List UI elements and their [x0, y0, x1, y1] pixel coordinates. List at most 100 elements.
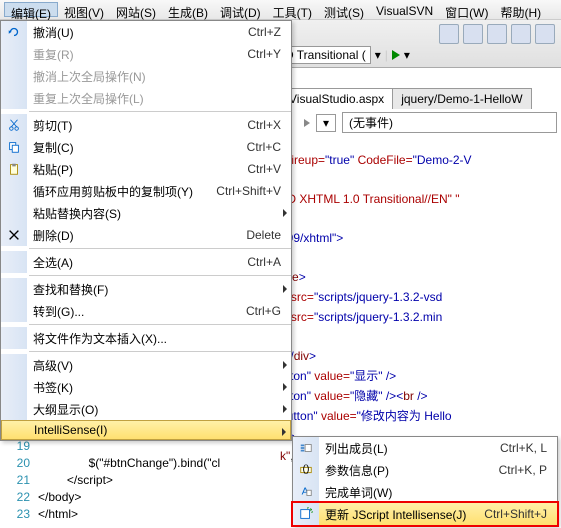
word-icon: A: [293, 481, 319, 503]
blank-icon: [1, 65, 27, 87]
nav-fwd-icon[interactable]: [298, 117, 310, 129]
tab-visualstudio[interactable]: VisualStudio.aspx: [280, 88, 393, 109]
params-icon: (): [293, 459, 319, 481]
client-dropdown[interactable]: ▾: [316, 114, 336, 132]
svg-text:(): (): [303, 463, 310, 475]
shortcut: Ctrl+Shift+V: [216, 184, 291, 198]
menu-help[interactable]: 帮助(H): [494, 2, 547, 17]
menu-item-17[interactable]: 将文件作为文本插入(X)...: [1, 327, 291, 349]
menu-edit[interactable]: 编辑(E): [4, 2, 58, 17]
menu-item-19[interactable]: 高级(V): [1, 354, 291, 376]
menu-view[interactable]: 视图(V): [58, 2, 110, 17]
del-icon: [1, 224, 27, 246]
menu-label: 复制(C): [27, 139, 247, 156]
shortcut: Ctrl+Y: [247, 47, 291, 61]
blank-icon: [1, 87, 27, 109]
submenu-arrow-icon: [282, 428, 286, 436]
submenu-arrow-icon: [283, 209, 287, 217]
toolbar-icon[interactable]: [487, 24, 507, 44]
menu-item-1: 重复(R)Ctrl+Y: [1, 43, 291, 65]
submenu-item-0[interactable]: 列出成员(L)Ctrl+K, L: [293, 437, 557, 459]
menu-svn[interactable]: VisualSVN: [370, 2, 439, 17]
dropdown-arrow-icon[interactable]: ▾: [375, 48, 381, 62]
menu-item-15[interactable]: 转到(G)...Ctrl+G: [1, 300, 291, 322]
menu-item-3: 重复上次全局操作(L): [1, 87, 291, 109]
shortcut: Delete: [246, 228, 291, 242]
submenu-label: 列出成员(L): [319, 440, 500, 457]
menu-label: 转到(G)...: [27, 303, 246, 320]
submenu-item-2[interactable]: A完成单词(W): [293, 481, 557, 503]
menu-label: 粘贴(P): [27, 161, 247, 178]
submenu-label: 参数信息(P): [319, 462, 499, 479]
blank-icon: [1, 398, 27, 420]
menu-item-21[interactable]: 大纲显示(O): [1, 398, 291, 420]
submenu-arrow-icon: [283, 405, 287, 413]
js-icon: [293, 503, 319, 525]
menu-item-12[interactable]: 全选(A)Ctrl+A: [1, 251, 291, 273]
menu-label: 将文件作为文本插入(X)...: [27, 330, 291, 347]
play-icon[interactable]: [392, 50, 400, 60]
menu-item-10[interactable]: 删除(D)Delete: [1, 224, 291, 246]
menu-label: 高级(V): [27, 357, 291, 374]
menu-item-2: 撤消上次全局操作(N): [1, 65, 291, 87]
code-editor-bottom[interactable]: $("#btnChange").bind("cl </script> </bod…: [38, 438, 220, 523]
toolbar-icon[interactable]: [439, 24, 459, 44]
submenu-item-3[interactable]: 更新 JScript Intellisense(J)Ctrl+Shift+J: [293, 503, 557, 525]
cut-icon: [1, 114, 27, 136]
shortcut: Ctrl+V: [247, 162, 291, 176]
shortcut: Ctrl+Z: [248, 25, 291, 39]
menu-item-8[interactable]: 循环应用剪贴板中的复制项(Y)Ctrl+Shift+V: [1, 180, 291, 202]
menu-label: 查找和替换(F): [27, 281, 291, 298]
menu-label: 重复(R): [27, 46, 247, 63]
toolbar-icon[interactable]: [511, 24, 531, 44]
menu-label: 大纲显示(O): [27, 401, 291, 418]
submenu-arrow-icon: [283, 285, 287, 293]
submenu-label: 更新 JScript Intellisense(J): [319, 506, 484, 523]
members-icon: [293, 437, 319, 459]
menu-item-9[interactable]: 粘贴替换内容(S): [1, 202, 291, 224]
intellisense-submenu: 列出成员(L)Ctrl+K, L()参数信息(P)Ctrl+K, PA完成单词(…: [292, 436, 558, 526]
shortcut: Ctrl+A: [247, 255, 291, 269]
line-gutter: 1920212223: [0, 438, 34, 523]
doctype-dropdown[interactable]: D Transitional (: [280, 46, 371, 64]
submenu-arrow-icon: [283, 383, 287, 391]
menu-window[interactable]: 窗口(W): [439, 2, 494, 17]
menu-debug[interactable]: 调试(D): [214, 2, 267, 17]
edit-menu-dropdown: 撤消(U)Ctrl+Z重复(R)Ctrl+Y撤消上次全局操作(N)重复上次全局操…: [0, 20, 292, 441]
menu-site[interactable]: 网站(S): [110, 2, 162, 17]
menubar: 编辑(E) 视图(V) 网站(S) 生成(B) 调试(D) 工具(T) 测试(S…: [0, 0, 561, 20]
blank-icon: [2, 419, 28, 441]
menu-test[interactable]: 测试(S): [318, 2, 370, 17]
menu-label: 撤消上次全局操作(N): [27, 68, 291, 85]
copy-icon: [1, 136, 27, 158]
toolbar-icon[interactable]: [463, 24, 483, 44]
menu-label: 重复上次全局操作(L): [27, 90, 291, 107]
menu-item-20[interactable]: 书签(K): [1, 376, 291, 398]
menu-label: 撤消(U): [27, 24, 248, 41]
menu-build[interactable]: 生成(B): [162, 2, 214, 17]
blank-icon: [1, 376, 27, 398]
shortcut: Ctrl+Shift+J: [484, 507, 557, 521]
blank-icon: [1, 43, 27, 65]
menu-item-22[interactable]: IntelliSense(I): [1, 420, 291, 440]
menu-label: 书签(K): [27, 379, 291, 396]
menu-label: IntelliSense(I): [28, 423, 290, 437]
menu-label: 粘贴替换内容(S): [27, 205, 291, 222]
submenu-item-1[interactable]: ()参数信息(P)Ctrl+K, P: [293, 459, 557, 481]
blank-icon: [1, 202, 27, 224]
menu-item-14[interactable]: 查找和替换(F): [1, 278, 291, 300]
code-editor[interactable]: Wireup="true" CodeFile="Demo-2-V TD XHTM…: [280, 132, 557, 486]
event-dropdown[interactable]: (无事件): [342, 112, 557, 133]
menu-tools[interactable]: 工具(T): [267, 2, 318, 17]
submenu-label: 完成单词(W): [319, 484, 557, 501]
menu-item-6[interactable]: 复制(C)Ctrl+C: [1, 136, 291, 158]
menu-label: 全选(A): [27, 254, 247, 271]
blank-icon: [1, 300, 27, 322]
menu-item-7[interactable]: 粘贴(P)Ctrl+V: [1, 158, 291, 180]
play-arrow-icon[interactable]: ▾: [404, 48, 410, 62]
tab-jquery-demo[interactable]: jquery/Demo-1-HelloW: [392, 88, 531, 109]
menu-item-0[interactable]: 撤消(U)Ctrl+Z: [1, 21, 291, 43]
menu-label: 删除(D): [27, 227, 246, 244]
menu-item-5[interactable]: 剪切(T)Ctrl+X: [1, 114, 291, 136]
toolbar-icon[interactable]: [535, 24, 555, 44]
